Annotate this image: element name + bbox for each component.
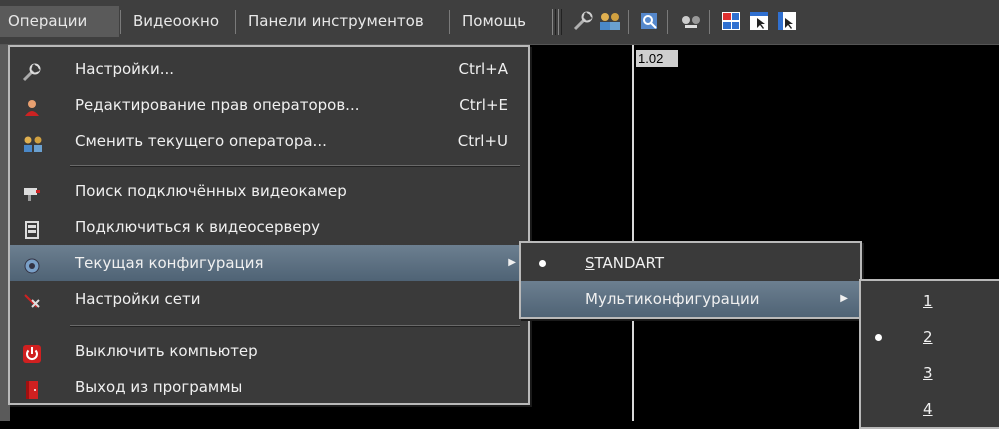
config-submenu: STANDART Мультиконфигурации ▶ — [519, 241, 862, 319]
toolbar-grip[interactable] — [552, 9, 556, 35]
menu-item-search-cameras[interactable]: Поиск подключённых видеокамер — [10, 173, 528, 209]
toolbar-separator — [709, 10, 710, 34]
menubar-separator — [120, 10, 121, 34]
menu-item-connect-server[interactable]: Подключиться к видеосерверу — [10, 209, 528, 245]
submenu-arrow-icon: ▶ — [508, 257, 516, 268]
server-connect-icon — [22, 217, 42, 239]
menu-item-network-settings[interactable]: Настройки сети — [10, 281, 528, 317]
menu-item-edit-operator-rights[interactable]: Редактирование прав операторов... Ctrl+E — [10, 87, 528, 123]
submenu-arrow-icon: ▶ — [840, 293, 848, 304]
submenu-item-multiconfig[interactable]: Мультиконфигурации ▶ — [521, 281, 860, 317]
exit-door-icon — [22, 377, 42, 399]
network-settings-icon — [22, 289, 42, 309]
video-channel-label: 1.02 — [636, 50, 678, 67]
submenu-item-standart[interactable]: STANDART — [521, 245, 860, 281]
switch-operator-icon[interactable] — [597, 8, 623, 34]
menu-item-exit[interactable]: Выход из программы — [10, 369, 528, 405]
video-cell-divider — [632, 45, 634, 421]
menu-video-window[interactable]: Видеоокно — [125, 6, 232, 37]
menu-separator — [70, 326, 520, 327]
config-gear-icon — [22, 253, 42, 274]
multiconfig-item-4[interactable]: 4 — [861, 391, 999, 427]
menu-item-shutdown[interactable]: Выключить компьютер — [10, 333, 528, 369]
switch-operator-icon — [22, 131, 42, 152]
menu-operations[interactable]: Операции — [0, 6, 119, 37]
layout-grid-icon[interactable] — [718, 8, 744, 34]
multiconfig-item-2[interactable]: 2 — [861, 319, 999, 355]
network-icon[interactable] — [678, 8, 704, 34]
menubar: Операции Видеоокно Панели инструментов П… — [0, 0, 999, 45]
selected-bullet-icon — [875, 334, 882, 341]
menu-item-switch-operator[interactable]: Сменить текущего оператора... Ctrl+U — [10, 123, 528, 159]
multiconfig-item-3[interactable]: 3 — [861, 355, 999, 391]
menubar-separator — [235, 10, 236, 34]
selected-bullet-icon — [539, 260, 546, 267]
toolbar-separator — [667, 10, 668, 34]
window-cursor-icon[interactable] — [746, 8, 772, 34]
toolbar-separator — [628, 10, 629, 34]
settings-wrench-icon[interactable] — [570, 8, 596, 34]
user-rights-icon — [22, 95, 42, 116]
camera-search-icon — [22, 181, 42, 201]
menu-toolbars[interactable]: Панели инструментов — [240, 6, 445, 37]
multiconfig-item-1[interactable]: 1 — [861, 283, 999, 319]
menu-item-settings[interactable]: Настройки... Ctrl+A — [10, 51, 528, 87]
menu-help[interactable]: Помощь — [454, 6, 544, 37]
toolbar-grip[interactable] — [558, 9, 562, 35]
search-camera-icon[interactable] — [636, 8, 662, 34]
wrench-icon — [22, 59, 42, 82]
multiconfig-submenu: 1 2 3 4 — [859, 279, 999, 429]
operations-menu: Настройки... Ctrl+A Редактирование прав … — [8, 45, 530, 405]
menu-item-current-config[interactable]: Текущая конфигурация ▶ — [10, 245, 528, 281]
power-icon — [22, 341, 42, 363]
menubar-separator — [449, 10, 450, 34]
menu-separator — [70, 166, 520, 167]
window-select-icon[interactable] — [774, 8, 800, 34]
